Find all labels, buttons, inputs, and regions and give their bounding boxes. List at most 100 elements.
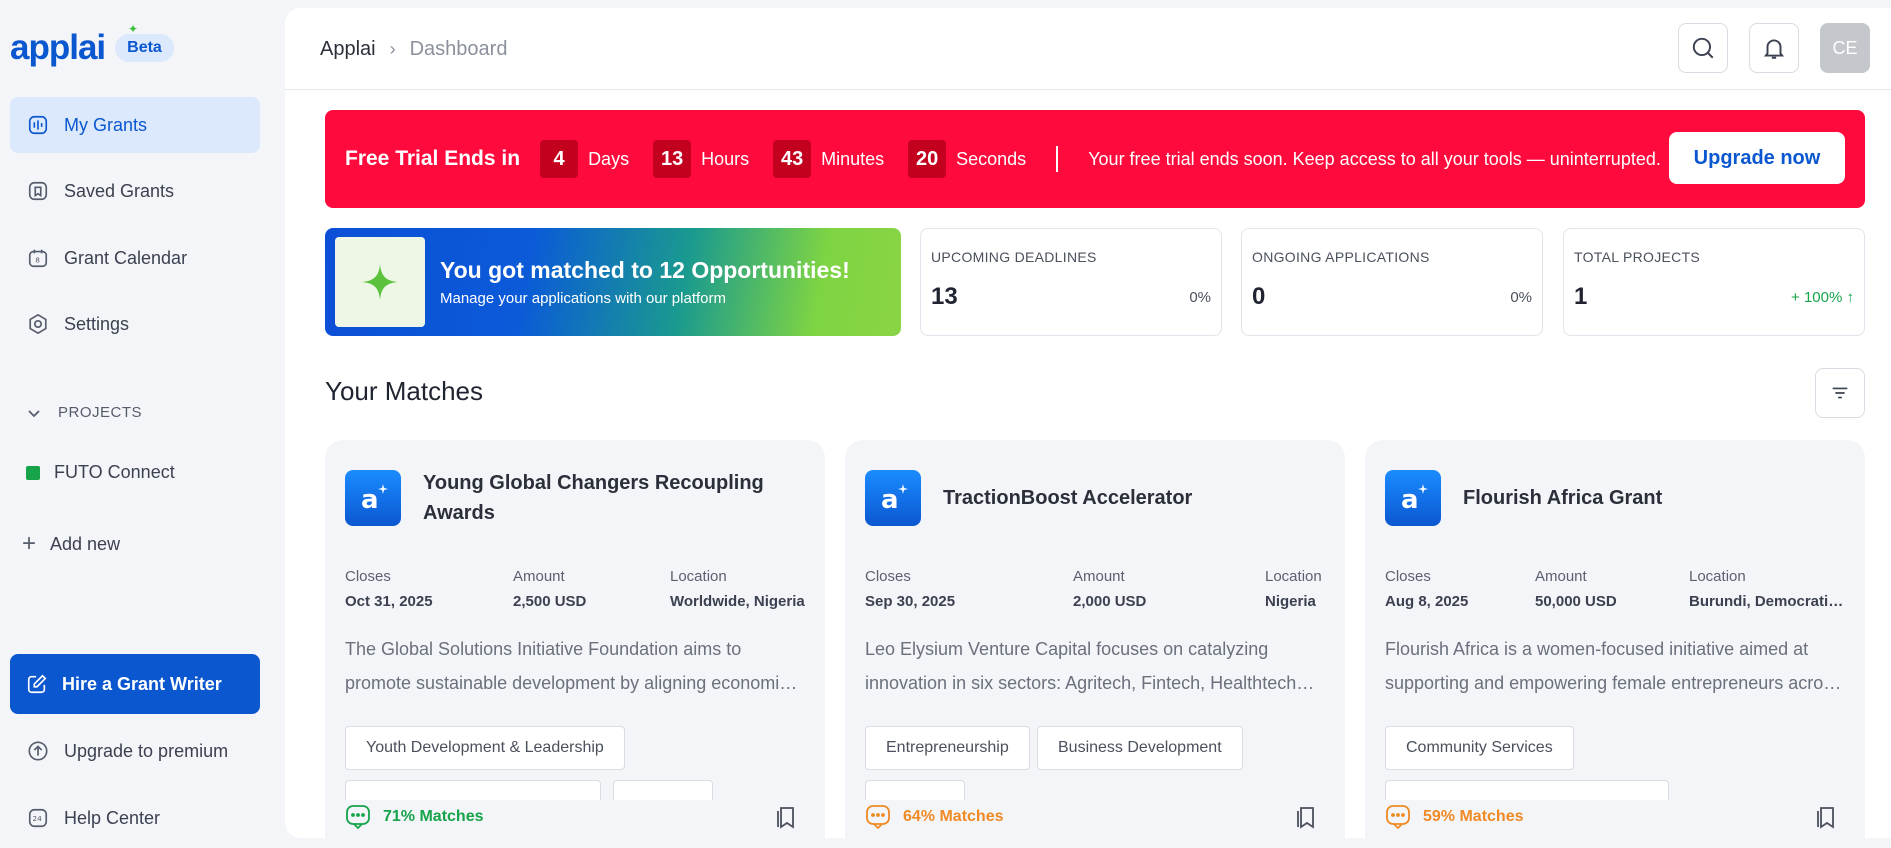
filter-button[interactable]	[1815, 368, 1865, 418]
svg-text:24: 24	[33, 814, 43, 823]
applai-logo-icon: a	[1385, 470, 1441, 526]
sidebar-item-grant-calendar[interactable]: 8 Grant Calendar	[10, 230, 260, 286]
match-label: 71% Matches	[383, 808, 484, 825]
settings-icon	[26, 312, 50, 336]
stat-change: 0%	[1189, 289, 1211, 306]
trial-seconds-value: 20	[908, 140, 947, 178]
app-logo[interactable]: applai ✦ Beta	[10, 22, 174, 68]
projects-heading: PROJECTS	[58, 404, 143, 421]
match-label: 59% Matches	[1423, 808, 1524, 825]
meta-label: Location	[1265, 568, 1322, 585]
meta-value: Burundi, Democratic Republic of Congo	[1689, 593, 1849, 610]
card-location: Location Burundi, Democratic Republic of…	[1689, 568, 1849, 610]
grant-card-tractionboost[interactable]: a TractionBoost Accelerator Closes Sep 3…	[845, 440, 1345, 838]
stat-total-projects[interactable]: TOTAL PROJECTS 1 + 100% ↑	[1563, 228, 1865, 336]
sidebar: applai ✦ Beta My Grants Saved Grants 8 G…	[0, 0, 270, 848]
sidebar-item-help-center[interactable]: 24 Help Center	[10, 790, 260, 846]
trial-hours-label: Hours	[701, 148, 750, 169]
calendar-icon: 8	[26, 246, 50, 270]
sidebar-item-label: Saved Grants	[64, 180, 175, 201]
help-24-icon: 24	[26, 806, 50, 830]
project-item-futo-connect[interactable]: FUTO Connect	[26, 462, 175, 483]
card-tag: Youth Development & Leadership	[345, 726, 625, 770]
card-closes: Closes Sep 30, 2025	[865, 568, 955, 610]
card-tag: Community Services	[1385, 726, 1574, 770]
filter-icon	[1832, 387, 1848, 399]
trial-seconds-label: Seconds	[956, 148, 1027, 169]
card-location: Location Worldwide, Nigeria	[670, 568, 815, 610]
trial-message: Your free trial ends soon. Keep access t…	[1088, 148, 1661, 169]
sidebar-item-label: Settings	[64, 313, 130, 334]
breadcrumb-applai[interactable]: Applai	[320, 38, 376, 61]
sidebar-item-my-grants[interactable]: My Grants	[10, 97, 260, 153]
match-banner-subtitle: Manage your applications with our platfo…	[440, 290, 726, 307]
trial-minutes-label: Minutes	[821, 148, 885, 169]
saved-icon	[26, 179, 50, 203]
meta-label: Amount	[1535, 568, 1587, 585]
beta-badge: Beta	[115, 34, 174, 62]
trial-title: Free Trial Ends in	[345, 147, 521, 170]
card-tag: Entrepreneurship	[865, 726, 1030, 770]
match-banner[interactable]: You got matched to 12 Opportunities! Man…	[325, 228, 901, 336]
edit-icon	[27, 674, 47, 694]
bell-icon	[1763, 39, 1785, 59]
search-icon	[1692, 37, 1714, 59]
sidebar-item-saved-grants[interactable]: Saved Grants	[10, 163, 260, 219]
card-match-percentage: 71% Matches	[345, 804, 484, 830]
upgrade-now-button[interactable]: Upgrade now	[1669, 132, 1845, 184]
card-title: Flourish Africa Grant	[1463, 487, 1663, 509]
stat-upcoming-deadlines[interactable]: UPCOMING DEADLINES 13 0%	[920, 228, 1222, 336]
chevron-down-icon	[28, 409, 40, 417]
grant-card-young-global-changers[interactable]: a Young Global Changers Recoupling Award…	[325, 440, 825, 838]
notifications-button[interactable]	[1749, 23, 1799, 73]
main-panel: Applai › Dashboard CE Free Trial Ends in…	[285, 8, 1891, 838]
card-amount: Amount 50,000 USD	[1535, 568, 1617, 610]
card-title: TractionBoost Accelerator	[943, 487, 1193, 509]
applai-logo-icon: a	[865, 470, 921, 526]
add-new-label: Add new	[50, 533, 121, 554]
grant-card-flourish-africa[interactable]: a Flourish Africa Grant Closes Aug 8, 20…	[1365, 440, 1865, 838]
card-tag-overflow	[613, 780, 713, 800]
grants-icon	[26, 113, 50, 137]
your-matches-heading: Your Matches	[325, 376, 484, 406]
stat-change: 0%	[1510, 289, 1532, 306]
match-banner-title: You got matched to 12 Opportunities!	[440, 257, 850, 283]
project-color-dot	[26, 465, 40, 480]
meta-label: Location	[670, 568, 727, 585]
meta-label: Closes	[1385, 568, 1431, 585]
sparkle-icon	[335, 237, 425, 327]
bookmark-icon[interactable]	[773, 804, 799, 835]
hire-label: Hire a Grant Writer	[62, 673, 222, 694]
card-match-percentage: 59% Matches	[1385, 804, 1524, 830]
card-title: Young Global Changers Recoupling Awards	[423, 472, 764, 524]
chevron-right-icon: ›	[389, 39, 396, 59]
sidebar-item-upgrade[interactable]: Upgrade to premium	[10, 723, 260, 779]
hire-grant-writer-button[interactable]: Hire a Grant Writer	[10, 654, 260, 714]
meta-value: 2,500 USD	[513, 593, 587, 610]
avatar[interactable]: CE	[1820, 23, 1870, 73]
sidebar-item-settings[interactable]: Settings	[10, 296, 260, 352]
stat-ongoing-applications[interactable]: ONGOING APPLICATIONS 0 0%	[1241, 228, 1543, 336]
match-chat-icon	[1386, 805, 1410, 830]
bookmark-icon[interactable]	[1293, 804, 1319, 835]
stat-label: ONGOING APPLICATIONS	[1252, 249, 1430, 265]
arrow-up-icon: ↑	[1846, 289, 1855, 306]
bookmark-icon[interactable]	[1813, 804, 1839, 835]
card-closes: Closes Oct 31, 2025	[345, 568, 433, 610]
card-tag-overflow	[1385, 780, 1669, 800]
upgrade-arrow-icon	[26, 739, 50, 763]
meta-label: Closes	[345, 568, 391, 585]
applai-logo-icon: a	[345, 470, 401, 526]
match-chat-icon	[866, 805, 890, 830]
search-button[interactable]	[1678, 23, 1728, 73]
projects-toggle[interactable]: PROJECTS	[26, 404, 142, 421]
breadcrumb-dashboard: Dashboard	[409, 38, 508, 60]
stat-change: + 100% ↑	[1791, 289, 1854, 306]
meta-label: Location	[1689, 568, 1746, 585]
stat-label: UPCOMING DEADLINES	[931, 249, 1097, 265]
svg-text:8: 8	[35, 256, 40, 265]
logo-text: applai	[10, 28, 106, 67]
sidebar-item-label: Grant Calendar	[64, 247, 188, 268]
add-project-button[interactable]: + Add new	[22, 530, 120, 558]
card-amount: Amount 2,000 USD	[1073, 568, 1146, 610]
